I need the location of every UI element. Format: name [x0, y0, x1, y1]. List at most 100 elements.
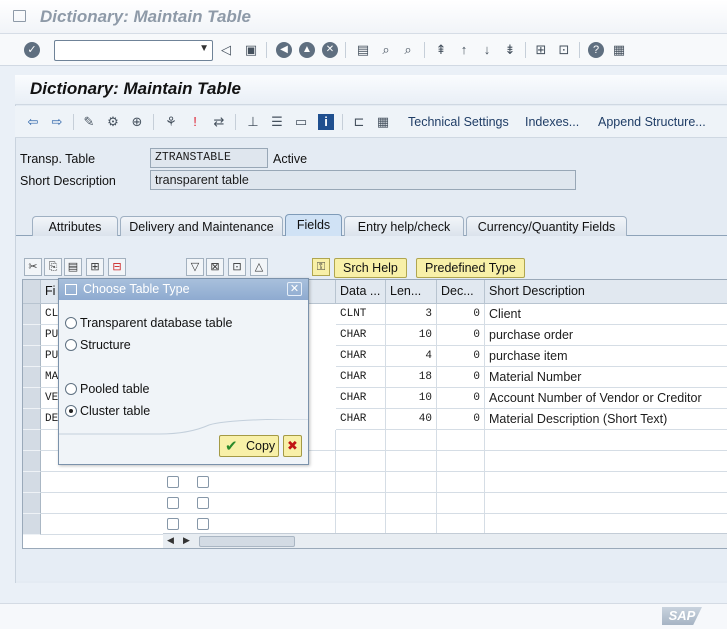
find-icon[interactable]: ⌕: [378, 42, 394, 58]
expand-structure-icon[interactable]: ⊠: [206, 258, 224, 276]
empty-table-row[interactable]: [23, 493, 727, 514]
column-header-short-description[interactable]: Short Description: [485, 280, 727, 304]
copy-button[interactable]: ✔ Copy: [219, 435, 279, 457]
activate-icon[interactable]: ⚘: [163, 114, 179, 130]
copy-icon[interactable]: ⎘: [44, 258, 62, 276]
exit-icon[interactable]: ▲: [299, 42, 315, 58]
back-arrow-icon[interactable]: ⇦: [25, 114, 41, 130]
column-header-decimals[interactable]: Dec...: [437, 280, 485, 304]
key-checkbox[interactable]: [167, 476, 179, 488]
radio-pooled-label[interactable]: Pooled table: [80, 382, 150, 396]
app-header: Dictionary: Maintain Table: [15, 75, 727, 105]
dialog-title-bar: Choose Table Type ✕: [59, 279, 308, 300]
close-icon[interactable]: ✕: [287, 282, 302, 296]
initial-checkbox[interactable]: [197, 476, 209, 488]
radio-transparent[interactable]: [65, 317, 77, 329]
empty-table-row[interactable]: [23, 472, 727, 493]
move-down-icon[interactable]: ▽: [186, 258, 204, 276]
info-icon[interactable]: i: [318, 114, 334, 130]
scroll-right-icon[interactable]: ▶: [183, 535, 190, 546]
select-all-header[interactable]: [23, 280, 41, 304]
display-change-icon[interactable]: ⚙: [105, 114, 121, 130]
activate-flag-icon[interactable]: !: [187, 114, 203, 130]
forward-arrow-icon[interactable]: ⇨: [49, 114, 65, 130]
table-grid-icon[interactable]: ▦: [375, 114, 391, 130]
key-checkbox[interactable]: [167, 497, 179, 509]
search-help-button[interactable]: Srch Help: [334, 258, 407, 278]
row-selector[interactable]: [23, 493, 41, 514]
first-page-icon[interactable]: ⇞: [433, 42, 449, 58]
initial-checkbox[interactable]: [197, 518, 209, 530]
radio-structure-label[interactable]: Structure: [80, 338, 131, 352]
column-header-data-type[interactable]: Data ...: [336, 280, 386, 304]
last-page-icon[interactable]: ⇟: [502, 42, 518, 58]
insert-row-icon[interactable]: ⊞: [86, 258, 104, 276]
tab-fields[interactable]: Fields: [285, 214, 342, 236]
radio-structure[interactable]: [65, 339, 77, 351]
enter-icon[interactable]: ✓: [24, 42, 40, 58]
tab-currency-quantity-fields[interactable]: Currency/Quantity Fields: [466, 216, 627, 236]
row-selector[interactable]: [23, 430, 41, 451]
technical-settings-button[interactable]: Technical Settings: [408, 115, 509, 129]
save-icon[interactable]: ▣: [243, 42, 259, 58]
help-icon[interactable]: ?: [588, 42, 604, 58]
tab-delivery-maintenance[interactable]: Delivery and Maintenance: [120, 216, 283, 236]
row-selector[interactable]: [23, 451, 41, 472]
indexes-button[interactable]: Indexes...: [525, 115, 579, 129]
cancel-button[interactable]: ✖: [283, 435, 302, 457]
row-selector[interactable]: [23, 388, 41, 409]
new-rows-icon[interactable]: ⊡: [228, 258, 246, 276]
layout-menu-icon[interactable]: ▦: [611, 42, 627, 58]
hierarchy-icon[interactable]: ⊥: [245, 114, 261, 130]
row-selector[interactable]: [23, 304, 41, 325]
check-object-icon[interactable]: ⊕: [129, 114, 145, 130]
print-icon[interactable]: ▤: [355, 42, 371, 58]
where-used-icon[interactable]: ⇄: [211, 114, 227, 130]
short-description-field[interactable]: transparent table: [150, 170, 576, 190]
new-session-icon[interactable]: ⊞: [533, 42, 549, 58]
scroll-left-icon[interactable]: ◀: [167, 535, 174, 546]
arrow-left-icon[interactable]: ◁: [218, 42, 234, 58]
delete-row-icon[interactable]: ⊟: [108, 258, 126, 276]
previous-page-icon[interactable]: ↑: [456, 42, 472, 58]
next-page-icon[interactable]: ↓: [479, 42, 495, 58]
transp-table-field[interactable]: ZTRANSTABLE: [150, 148, 268, 168]
shortcut-icon[interactable]: ⊡: [556, 42, 572, 58]
row-selector[interactable]: [23, 325, 41, 346]
back-icon[interactable]: ◀: [276, 42, 292, 58]
radio-pooled[interactable]: [65, 383, 77, 395]
column-header-length[interactable]: Len...: [386, 280, 437, 304]
dialog-divider-curve: [59, 419, 308, 435]
row-selector[interactable]: [23, 514, 41, 535]
cancel-icon[interactable]: ✕: [322, 42, 338, 58]
tree-structure-icon[interactable]: ⊏: [351, 114, 367, 130]
display-list-icon[interactable]: ▭: [293, 114, 309, 130]
status-bar: [0, 603, 727, 629]
collapse-icon[interactable]: △: [250, 258, 268, 276]
predefined-type-button[interactable]: Predefined Type: [416, 258, 525, 278]
window-menu-icon[interactable]: [13, 10, 26, 22]
key-checkbox[interactable]: [167, 518, 179, 530]
object-list-icon[interactable]: ☰: [269, 114, 285, 130]
scroll-thumb[interactable]: [199, 536, 295, 547]
cut-icon[interactable]: ✂: [24, 258, 42, 276]
empty-table-row[interactable]: [23, 514, 727, 535]
row-selector[interactable]: [23, 367, 41, 388]
append-structure-button[interactable]: Append Structure...: [598, 115, 706, 129]
radio-transparent-label[interactable]: Transparent database table: [80, 316, 232, 330]
row-selector[interactable]: [23, 409, 41, 430]
radio-cluster[interactable]: [65, 405, 77, 417]
command-field[interactable]: ▼: [54, 40, 213, 61]
key-icon[interactable]: ⚿: [312, 258, 330, 276]
chevron-down-icon[interactable]: ▼: [199, 43, 209, 54]
find-next-icon[interactable]: ⌕: [400, 42, 416, 58]
tab-attributes[interactable]: Attributes: [32, 216, 118, 236]
row-selector[interactable]: [23, 346, 41, 367]
horizontal-scrollbar[interactable]: ◀ ▶: [163, 533, 727, 548]
edit-pencil-icon[interactable]: ✎: [81, 114, 97, 130]
initial-checkbox[interactable]: [197, 497, 209, 509]
tab-entry-help-check[interactable]: Entry help/check: [344, 216, 464, 236]
paste-icon[interactable]: ▤: [64, 258, 82, 276]
radio-cluster-label[interactable]: Cluster table: [80, 404, 150, 418]
row-selector[interactable]: [23, 472, 41, 493]
